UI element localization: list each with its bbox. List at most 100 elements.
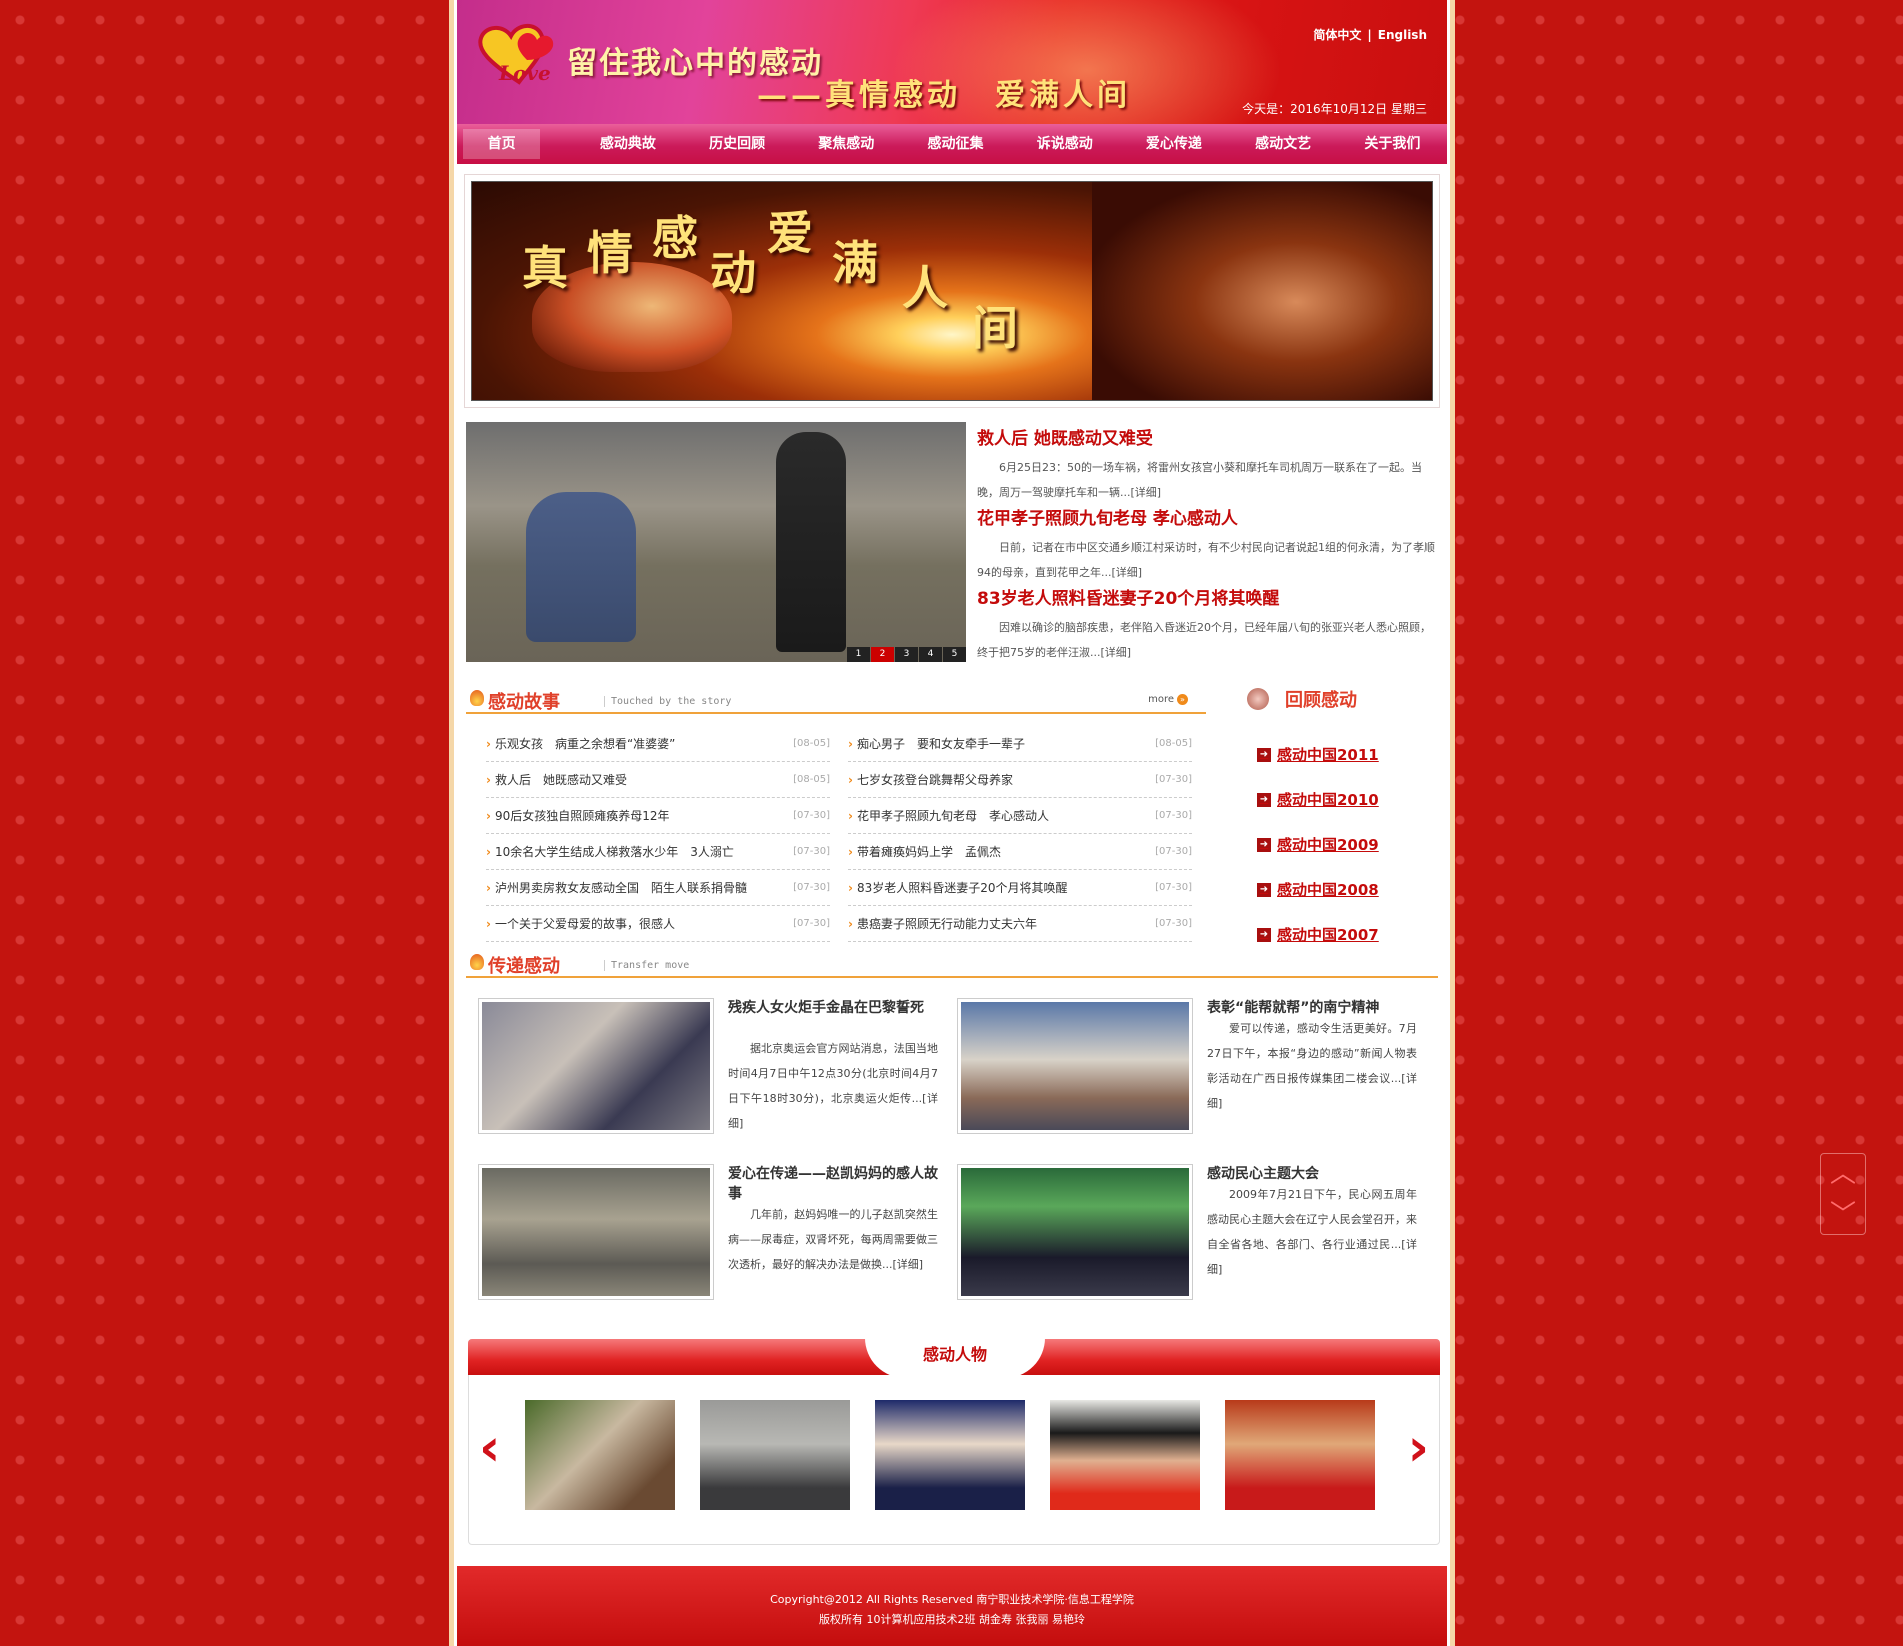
list-item[interactable]: 带着瘫痪妈妈上学 孟佩杰[07-30] xyxy=(848,834,1192,870)
list-item[interactable]: 83岁老人照料昏迷妻子20个月将其唤醒[07-30] xyxy=(848,870,1192,906)
list-item[interactable]: 一个关于父爱母爱的故事，很感人[07-30] xyxy=(486,906,830,942)
list-item[interactable]: 乐观女孩 病重之余想看“准婆婆”[08-05] xyxy=(486,726,830,762)
nav-history[interactable]: 历史回顾 xyxy=(683,129,792,159)
nav-love-transfer[interactable]: 爱心传递 xyxy=(1119,129,1228,159)
arrow-right-icon: ➜ xyxy=(1257,882,1271,897)
news-thumbnail[interactable] xyxy=(478,1164,714,1300)
card-title[interactable]: 感动民心主题大会 xyxy=(1207,1164,1417,1184)
news-thumbnail[interactable] xyxy=(957,1164,1193,1300)
nav-focus[interactable]: 聚焦感动 xyxy=(792,129,901,159)
detail-link[interactable]: [详细] xyxy=(893,1258,924,1271)
detail-link[interactable]: [详细] xyxy=(1131,486,1162,499)
list-item[interactable]: 痴心男子 要和女友牵手一辈子[08-05] xyxy=(848,726,1192,762)
nav-tell[interactable]: 诉说感动 xyxy=(1010,129,1119,159)
review-link-2010[interactable]: ➜ 感动中国2010 xyxy=(1257,777,1457,822)
feature-summary: 因难以确诊的脑部疾患，老伴陷入昏迷近20个月，已经年届八旬的张亚兴老人悉心照顾，… xyxy=(977,621,1431,659)
carousel-prev-icon[interactable]: ‹ xyxy=(479,1422,500,1474)
nav-home[interactable]: 首页 xyxy=(463,129,541,159)
copyright-text: Copyright@2012 All Rights Reserved 南宁职业技… xyxy=(770,1593,1134,1606)
feature-title[interactable]: 花甲孝子照顾九旬老母 孝心感动人 xyxy=(977,504,1437,529)
banner-char: 人 xyxy=(902,261,948,315)
list-item[interactable]: 七岁女孩登台跳舞帮父母养家[07-30] xyxy=(848,762,1192,798)
lang-separator: | xyxy=(1367,28,1372,42)
flame-icon xyxy=(470,954,484,970)
feature-summary: 日前，记者在市中区交通乡顺江村采访时，有不少村民向记者说起1组的何永清，为了孝顺… xyxy=(977,541,1435,579)
carousel-next-icon[interactable]: › xyxy=(1408,1422,1429,1474)
list-item[interactable]: 10余名大学生结成人梯救落水少年 3人溺亡[07-30] xyxy=(486,834,830,870)
language-switch: 简体中文 | English xyxy=(1313,26,1427,43)
card-summary: 据北京奥运会官方网站消息，法国当地时间4月7日中午12点30分(北京时间4月7日… xyxy=(728,1042,938,1130)
arrow-right-icon: » xyxy=(1177,694,1188,705)
card-summary: 爱可以传递，感动令生活更美好。7月27日下午，本报“身边的感动”新闻人物表彰活动… xyxy=(1207,1022,1417,1110)
list-item[interactable]: 90后女孩独自照顾瘫痪养母12年[07-30] xyxy=(486,798,830,834)
love-heart-logo: Love xyxy=(478,24,554,85)
more-link[interactable]: more» xyxy=(1148,694,1188,705)
banner-char: 爱 xyxy=(767,206,813,260)
nav-about[interactable]: 关于我们 xyxy=(1338,129,1447,159)
main-nav: 首页 感动典故 历史回顾 聚焦感动 感动征集 诉说感动 爱心传递 感动文艺 关于… xyxy=(457,124,1447,164)
card-title[interactable]: 表彰“能帮就帮”的南宁精神 xyxy=(1207,998,1417,1018)
review-link-2011[interactable]: ➜ 感动中国2011 xyxy=(1257,732,1457,777)
news-thumbnail[interactable] xyxy=(478,998,714,1134)
detail-link[interactable]: [详细] xyxy=(1112,566,1143,579)
lang-chinese-link[interactable]: 简体中文 xyxy=(1313,28,1361,42)
list-item[interactable]: 泸州男卖房救女友感动全国 陌生人联系捐骨髓[07-30] xyxy=(486,870,830,906)
arrow-right-icon: ➜ xyxy=(1257,792,1271,807)
card-title[interactable]: 残疾人女火炬手金晶在巴黎誓死 xyxy=(728,998,938,1018)
section-subtitle: Touched by the story xyxy=(604,696,731,707)
site-header: Love 留住我心中的感动 ——真情感动 爱满人间 简体中文 | English 今… xyxy=(457,0,1447,124)
slideshow-pager: 1 2 3 4 5 xyxy=(846,647,966,662)
section-title: 感动故事 xyxy=(488,692,560,713)
person-photo[interactable] xyxy=(525,1400,675,1510)
banner-char: 动 xyxy=(710,246,756,300)
persons-carousel: 感动人物 ‹ › xyxy=(468,1338,1440,1545)
card-title[interactable]: 爱心在传递——赵凯妈妈的感人故事 xyxy=(728,1164,938,1204)
feature-item: 83岁老人照料昏迷妻子20个月将其唤醒 因难以确诊的脑部疾患，老伴陷入昏迷近20… xyxy=(977,584,1437,664)
feature-slideshow-image[interactable]: 1 2 3 4 5 xyxy=(466,422,966,662)
banner-char: 间 xyxy=(972,301,1018,355)
feature-item: 花甲孝子照顾九旬老母 孝心感动人 日前，记者在市中区交通乡顺江村采访时，有不少村… xyxy=(977,504,1437,584)
review-section-header: 回顾感动 xyxy=(1243,682,1433,712)
feature-title[interactable]: 救人后 她既感动又难受 xyxy=(977,424,1437,449)
review-link-2009[interactable]: ➜ 感动中国2009 xyxy=(1257,822,1457,867)
person-photo[interactable] xyxy=(700,1400,850,1510)
arrow-right-icon: ➜ xyxy=(1257,927,1271,942)
transfer-card: 爱心在传递——赵凯妈妈的感人故事 几年前，赵妈妈唯一的儿子赵凯突然生病——尿毒症… xyxy=(478,1164,948,1304)
nav-collection[interactable]: 感动征集 xyxy=(901,129,1010,159)
pager-button-2[interactable]: 2 xyxy=(871,647,894,662)
list-item[interactable]: 救人后 她既感动又难受[08-05] xyxy=(486,762,830,798)
transfer-card: 感动民心主题大会 2009年7月21日下午，民心网五周年感动民心主题大会在辽宁人… xyxy=(957,1164,1427,1304)
current-date: 今天是：2016年10月12日 星期三 xyxy=(1242,102,1427,116)
slogan-line2: ——真情感动 爱满人间 xyxy=(757,78,1131,113)
list-item[interactable]: 患癌妻子照顾无行动能力丈夫六年[07-30] xyxy=(848,906,1192,942)
pager-button-1[interactable]: 1 xyxy=(847,647,870,662)
feature-title[interactable]: 83岁老人照料昏迷妻子20个月将其唤醒 xyxy=(977,584,1437,609)
pager-button-4[interactable]: 4 xyxy=(919,647,942,662)
person-photo[interactable] xyxy=(1225,1400,1375,1510)
list-item[interactable]: 花甲孝子照顾九旬老母 孝心感动人[07-30] xyxy=(848,798,1192,834)
pager-button-5[interactable]: 5 xyxy=(943,647,966,662)
lang-english-link[interactable]: English xyxy=(1378,28,1427,42)
transfer-card: 残疾人女火炬手金晶在巴黎誓死 据北京奥运会官方网站消息，法国当地时间4月7日中午… xyxy=(478,998,948,1138)
person-photo[interactable] xyxy=(875,1400,1025,1510)
nav-stories[interactable]: 感动典故 xyxy=(573,129,682,159)
review-link-2008[interactable]: ➜ 感动中国2008 xyxy=(1257,867,1457,912)
pager-button-3[interactable]: 3 xyxy=(895,647,918,662)
banner-char: 情 xyxy=(587,226,633,280)
page-container: Love 留住我心中的感动 ——真情感动 爱满人间 简体中文 | English 今… xyxy=(454,0,1450,1646)
card-summary: 2009年7月21日下午，民心网五周年感动民心主题大会在辽宁人民会堂召开，来自全… xyxy=(1207,1188,1417,1276)
transfer-section-header: 传递感动 Transfer move xyxy=(466,948,1438,978)
review-list: ➜ 感动中国2011 ➜ 感动中国2010 ➜ 感动中国2009 ➜ 感动中国2008 … xyxy=(1257,732,1457,957)
banner-char: 感 xyxy=(652,211,698,265)
banner-char: 真 xyxy=(522,241,568,295)
banner-image: 真 情 感 动 爱 满 人 间 xyxy=(471,181,1433,401)
scroll-down-icon[interactable]: ﹀ xyxy=(1821,1195,1865,1236)
scroll-up-icon[interactable]: ︿ xyxy=(1821,1154,1865,1195)
nav-arts[interactable]: 感动文艺 xyxy=(1229,129,1338,159)
person-icon xyxy=(1247,688,1269,710)
news-thumbnail[interactable] xyxy=(957,998,1193,1134)
person-photo[interactable] xyxy=(1050,1400,1200,1510)
detail-link[interactable]: [详细] xyxy=(1101,646,1132,659)
hero-banner: 真 情 感 动 爱 满 人 间 xyxy=(464,174,1440,408)
credits-text: 版权所有 10计算机应用技术2班 胡金寿 张我丽 易艳玲 xyxy=(819,1613,1085,1626)
